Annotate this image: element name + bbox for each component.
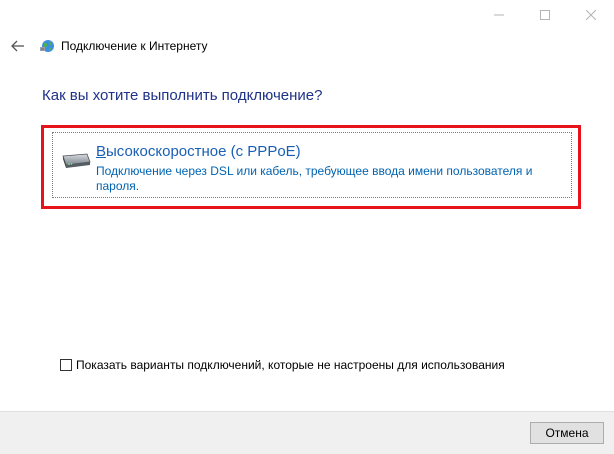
back-button[interactable]	[8, 37, 28, 55]
close-button[interactable]	[568, 0, 614, 30]
cancel-button[interactable]: Отмена	[530, 422, 604, 444]
show-unconfigured-checkbox[interactable]	[60, 359, 72, 371]
option-title-rest: ысокоскоростное (с PPPoE)	[106, 143, 301, 160]
show-unconfigured-row[interactable]: Показать варианты подключений, которые н…	[60, 358, 505, 372]
minimize-button[interactable]	[476, 0, 522, 30]
show-unconfigured-label[interactable]: Показать варианты подключений, которые н…	[76, 358, 505, 372]
maximize-icon	[540, 10, 550, 20]
option-title[interactable]: Высокоскоростное (с PPPoE)	[96, 143, 301, 160]
maximize-button[interactable]	[522, 0, 568, 30]
back-arrow-icon	[11, 40, 24, 52]
option-description: Подключение через DSL или кабель, требую…	[96, 164, 533, 193]
window-title: Подключение к Интернету	[61, 39, 208, 53]
footer-bar	[0, 411, 614, 454]
pppoe-option[interactable]: Высокоскоростное (с PPPoE) Подключение ч…	[52, 132, 572, 198]
page-heading: Как вы хотите выполнить подключение?	[42, 87, 323, 104]
broadband-modem-icon	[62, 153, 91, 168]
internet-connection-icon	[40, 40, 54, 52]
minimize-icon	[494, 14, 504, 16]
close-icon	[586, 10, 596, 20]
option-title-access-key: В	[96, 143, 107, 160]
window-controls	[476, 0, 614, 30]
